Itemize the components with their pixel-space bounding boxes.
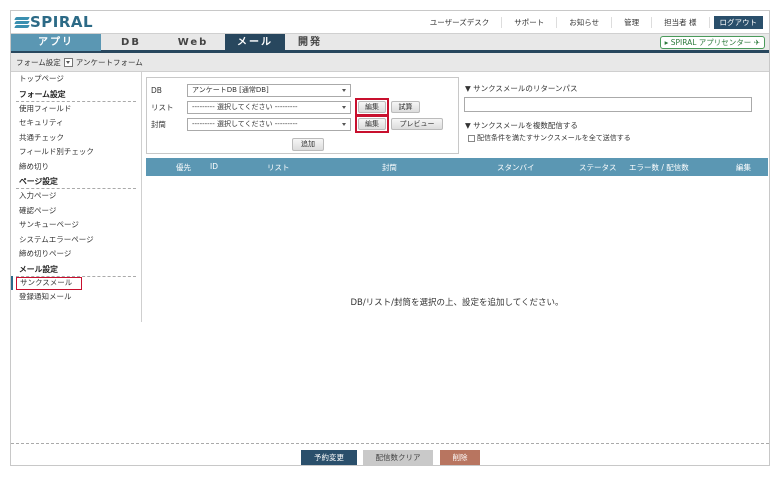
plane-icon: ✈	[753, 38, 760, 47]
tab-mail[interactable]: メール	[225, 34, 285, 51]
sidebar-item-thanks-mail[interactable]: サンクスメール	[11, 275, 82, 290]
sidebar-item-deadline[interactable]: 締め切り	[16, 160, 141, 175]
db-label: DB	[151, 85, 162, 95]
sidebar-group-form: フォーム設定	[16, 87, 136, 102]
account-link[interactable]: 担当者 様	[652, 16, 710, 28]
tab-db[interactable]: DB	[101, 34, 161, 51]
top-links: ユーザーズデスク サポート お知らせ 管理 担当者 様 ログアウト	[418, 15, 763, 29]
tab-web[interactable]: Web	[161, 34, 225, 51]
multi-send-checkbox[interactable]: 配信条件を満たすサンクスメールを全て送信する	[468, 133, 631, 143]
list-edit-highlight: 編集	[355, 98, 389, 116]
mail-settings-form: DB アンケートDB [通常DB] リスト --------- 選択してください…	[146, 77, 459, 154]
empty-message: DB/リスト/封筒を選択の上、設定を追加してください。	[350, 298, 564, 308]
add-button[interactable]: 追加	[292, 138, 324, 151]
sidebar: トップページ フォーム設定 使用フィールド セキュリティ 共通チェック フィール…	[11, 72, 142, 322]
col-edit: 編集	[736, 163, 751, 172]
sidebar-group-mail: メール設定	[16, 262, 136, 277]
app-center-button[interactable]: ▸ SPIRAL アプリセンター ✈	[659, 36, 765, 49]
app-center-label: ▸ SPIRAL アプリセンター	[664, 38, 752, 47]
support-link[interactable]: サポート	[502, 16, 558, 28]
col-priority: 優先	[176, 163, 191, 172]
sidebar-item-notify-mail[interactable]: 登録通知メール	[16, 290, 141, 305]
spiral-logo-icon	[14, 16, 30, 28]
list-select[interactable]: --------- 選択してください ---------	[187, 100, 351, 114]
preview-button[interactable]: プレビュー	[391, 118, 443, 130]
col-standby: スタンバイ	[497, 163, 535, 172]
footer-bar: 予約変更 配信数クリア 削除	[11, 443, 769, 465]
envelope-row: 封筒 --------- 選択してください --------- 編集 プレビュー	[151, 115, 443, 133]
news-link[interactable]: お知らせ	[557, 16, 613, 28]
col-status: ステータス	[579, 163, 617, 172]
multi-send-title: ▼ サンクスメールを複数配信する	[465, 121, 578, 130]
breadcrumb-section[interactable]: フォーム設定	[16, 57, 61, 68]
db-select[interactable]: アンケートDB [通常DB]	[187, 83, 351, 97]
db-row: DB アンケートDB [通常DB]	[151, 83, 351, 97]
checkbox-icon[interactable]	[468, 134, 475, 142]
tab-app[interactable]: アプリ	[11, 34, 101, 51]
logo-text: SPIRAL	[30, 13, 94, 31]
list-row: リスト --------- 選択してください --------- 編集 試算	[151, 98, 420, 116]
col-id: ID	[210, 162, 218, 171]
envelope-label: 封筒	[151, 119, 166, 129]
col-errors: エラー数 / 配信数	[629, 163, 689, 172]
tab-dev[interactable]: 開発	[285, 34, 335, 51]
top-header: SPIRAL ユーザーズデスク サポート お知らせ 管理 担当者 様 ログアウト	[11, 11, 769, 33]
main-nav: アプリ DB Web メール 開発 ▸ SPIRAL アプリセンター ✈	[11, 33, 769, 53]
breadcrumb-current: アンケートフォーム	[75, 57, 143, 67]
sidebar-item-thanks-page[interactable]: サンキューページ	[16, 218, 141, 233]
sidebar-group-page: ページ設定	[16, 174, 136, 189]
return-path-title: ▼ サンクスメールのリターンパス	[465, 84, 578, 93]
envelope-edit-highlight: 編集	[355, 115, 389, 133]
sidebar-item-common-check[interactable]: 共通チェック	[16, 131, 141, 146]
app-frame: SPIRAL ユーザーズデスク サポート お知らせ 管理 担当者 様 ログアウト…	[10, 10, 770, 466]
sidebar-item-input-page[interactable]: 入力ページ	[16, 189, 141, 204]
sidebar-item-field-check[interactable]: フィールド別チェック	[16, 145, 141, 160]
envelope-select[interactable]: --------- 選択してください ---------	[187, 117, 351, 131]
sidebar-item-fields[interactable]: 使用フィールド	[16, 102, 141, 117]
sidebar-item-deadline-page[interactable]: 締め切りページ	[16, 247, 141, 262]
list-edit-button[interactable]: 編集	[358, 101, 386, 113]
sidebar-item-security[interactable]: セキュリティ	[16, 116, 141, 131]
sidebar-item-top[interactable]: トップページ	[16, 72, 141, 87]
list-label: リスト	[151, 102, 174, 112]
chevron-down-icon[interactable]	[63, 57, 73, 67]
col-list: リスト	[267, 163, 290, 172]
delete-button[interactable]: 削除	[440, 450, 480, 465]
envelope-edit-button[interactable]: 編集	[358, 118, 386, 130]
sidebar-item-confirm-page[interactable]: 確認ページ	[16, 204, 141, 219]
return-path-input[interactable]	[464, 97, 752, 112]
breadcrumb: フォーム設定 アンケートフォーム	[11, 53, 769, 72]
admin-link[interactable]: 管理	[612, 16, 653, 28]
reserve-change-button[interactable]: 予約変更	[301, 450, 357, 465]
table-header: 優先 ID リスト 封筒 スタンバイ ステータス エラー数 / 配信数 編集	[146, 158, 768, 176]
clear-count-button[interactable]: 配信数クリア	[363, 450, 433, 465]
col-envelope: 封筒	[382, 163, 397, 172]
users-desk-link[interactable]: ユーザーズデスク	[418, 16, 503, 28]
list-test-button[interactable]: 試算	[391, 101, 420, 113]
spiral-logo[interactable]: SPIRAL	[14, 13, 94, 31]
multi-send-checkbox-label: 配信条件を満たすサンクスメールを全て送信する	[477, 134, 631, 142]
logout-button[interactable]: ログアウト	[713, 15, 763, 29]
sidebar-item-error-page[interactable]: システムエラーページ	[16, 233, 141, 248]
